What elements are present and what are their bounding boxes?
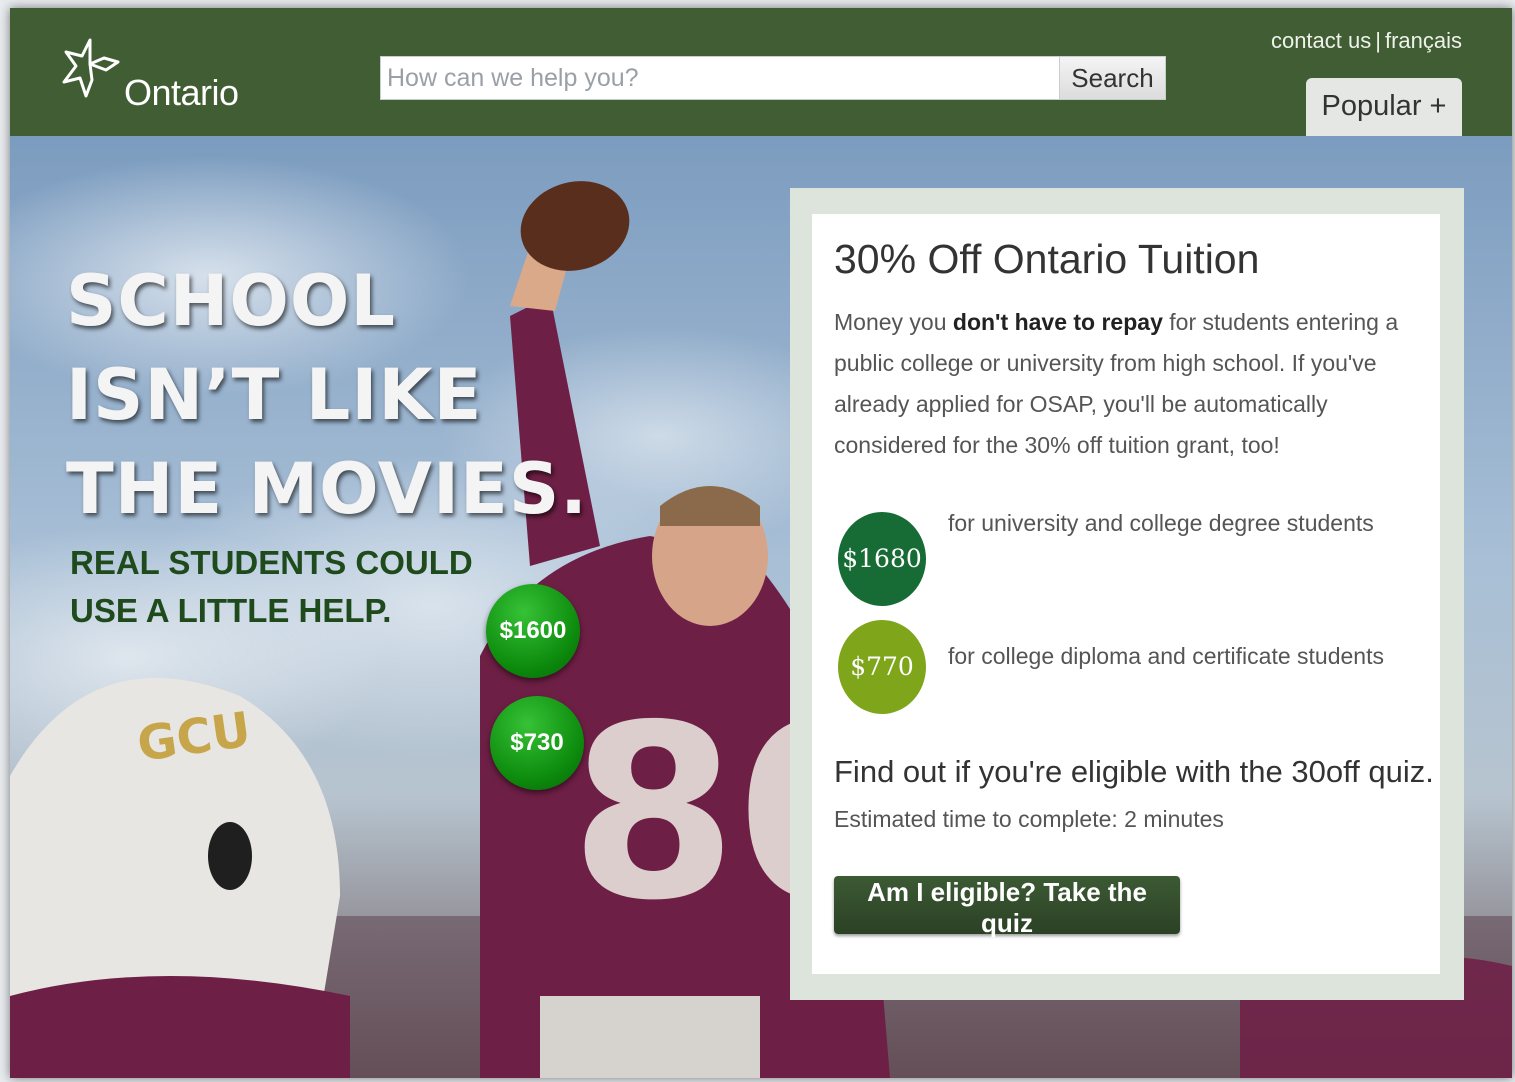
link-separator: | [1375,28,1381,53]
headline-line: THE MOVIES. [66,448,588,530]
search-button[interactable]: Search [1059,57,1165,99]
search-bar: Search [380,56,1166,100]
brand-name: Ontario [124,72,239,113]
ontario-logo[interactable]: Ontario [60,36,270,116]
site-header: Ontario Search contact us|français Popul… [10,8,1512,136]
amount-badge-1600: $1600 [486,584,580,678]
diploma-amount-description: for college diploma and certificate stud… [948,643,1384,669]
french-language-link[interactable]: français [1385,28,1462,53]
card-title: 30% Off Ontario Tuition [834,236,1260,282]
diploma-amount-badge: $770 [838,620,926,714]
quiz-heading: Find out if you're eligible with the 30o… [834,754,1434,789]
subheadline-line: USE A LITTLE HELP. [70,592,392,629]
headline-line: SCHOOL [66,260,396,342]
degree-amount-badge: $1680 [838,512,926,606]
trillium-icon [62,38,120,98]
utility-links: contact us | français [1271,28,1462,54]
search-input[interactable] [381,57,1057,99]
card-description: Money you don't have to repay for studen… [834,302,1424,466]
tuition-card: 30% Off Ontario Tuition Money you don't … [812,214,1440,974]
hero-headline: SCHOOL ISN’T LIKE THE MOVIES. [66,254,588,536]
amount-badge-730: $730 [490,696,584,790]
description-text: Money you [834,309,953,335]
quiz-estimated-time: Estimated time to complete: 2 minutes [834,806,1224,832]
take-quiz-button[interactable]: Am I eligible? Take the quiz [834,876,1180,938]
degree-amount-description: for university and college degree studen… [948,510,1374,536]
tuition-card-frame: 30% Off Ontario Tuition Money you don't … [790,188,1464,1000]
popular-tab[interactable]: Popular + [1306,78,1462,136]
subheadline-line: REAL STUDENTS COULD [70,544,473,581]
hero-subheadline: REAL STUDENTS COULD USE A LITTLE HELP. [70,539,473,635]
hero-banner: 80 GCU SCHOOL ISN’T LIKE THE MOVIES. REA… [10,136,1512,1078]
contact-us-link[interactable]: contact us [1271,28,1371,53]
description-emphasis: don't have to repay [952,309,1163,335]
page-frame: Ontario Search contact us|français Popul… [10,8,1512,1078]
headline-line: ISN’T LIKE [66,354,483,436]
